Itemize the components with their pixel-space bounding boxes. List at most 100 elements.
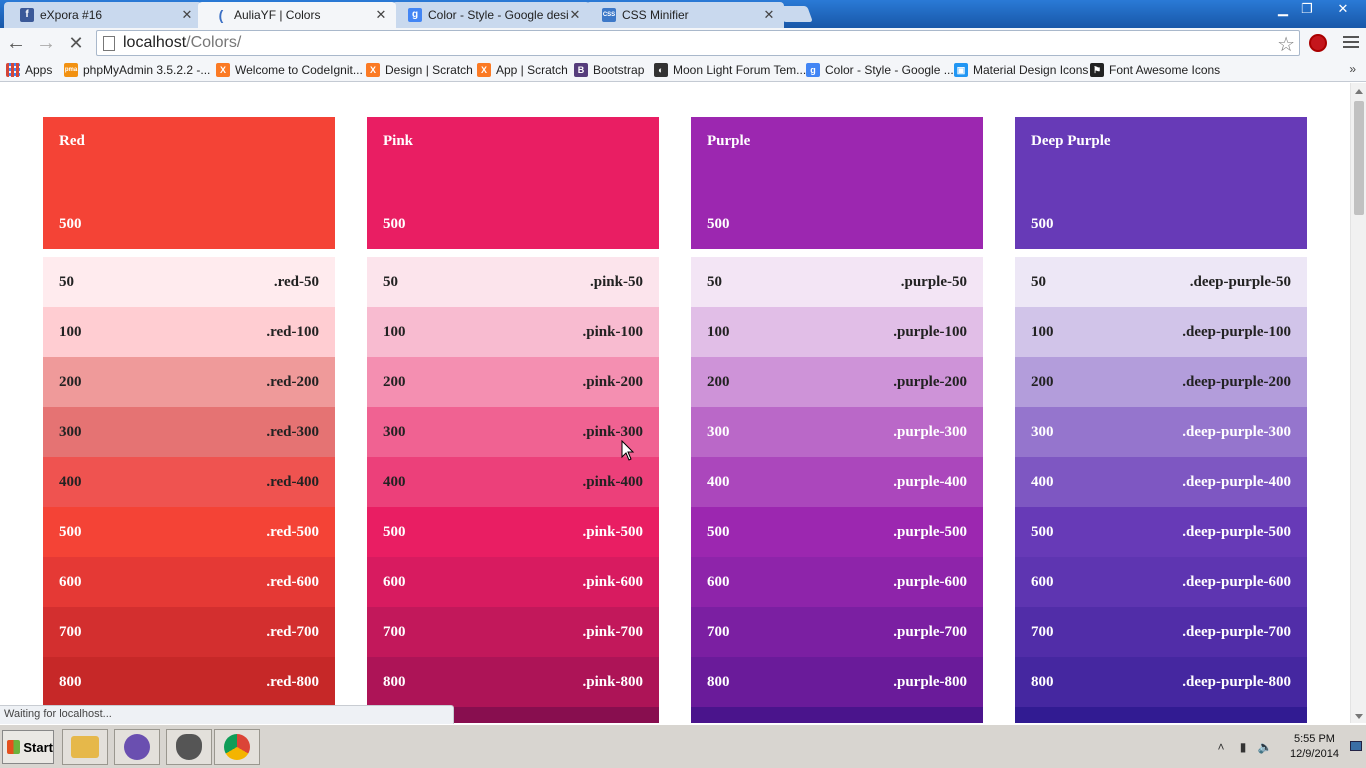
- forward-arrow-icon[interactable]: →: [34, 32, 58, 54]
- swatch-shade: 600: [383, 573, 406, 590]
- clock[interactable]: 5:55 PM 12/9/2014: [1290, 732, 1339, 762]
- taskbar-app-alien[interactable]: [166, 729, 212, 765]
- swatch-row[interactable]: 800 .deep-purple-800: [1015, 657, 1307, 707]
- tab-colors[interactable]: ( AuliaYF | Colors ✕: [198, 2, 396, 28]
- swatch-row[interactable]: 400 .red-400: [43, 457, 335, 507]
- adblock-extension-icon[interactable]: [1309, 34, 1327, 52]
- bookmark-item[interactable]: g Color - Style - Google ...: [806, 62, 954, 78]
- swatch-class-name: .pink-50: [590, 273, 643, 290]
- bookmark-item[interactable]: ◐ Moon Light Forum Tem...: [654, 62, 806, 78]
- close-tab-icon[interactable]: ✕: [374, 7, 388, 23]
- swatch-row[interactable]: 800 .pink-800: [367, 657, 659, 707]
- swatch-row[interactable]: 800 .red-800: [43, 657, 335, 707]
- swatch-row[interactable]: [691, 707, 983, 723]
- swatch-shade: 500: [1031, 523, 1054, 540]
- bookmark-item[interactable]: ▣ Material Design Icons: [954, 62, 1088, 78]
- swatch-row[interactable]: 100 .red-100: [43, 307, 335, 357]
- taskbar-app-chrome[interactable]: [214, 729, 260, 765]
- swatch-class-name: .deep-purple-800: [1182, 673, 1291, 690]
- swatch-row[interactable]: 600 .pink-600: [367, 557, 659, 607]
- swatch-class-name: .deep-purple-300: [1182, 423, 1291, 440]
- tab-google-design[interactable]: g Color - Style - Google design ✕: [392, 2, 590, 28]
- swatch-row[interactable]: 100 .deep-purple-100: [1015, 307, 1307, 357]
- minimize-icon[interactable]: ▁: [1270, 0, 1296, 18]
- swatch-row[interactable]: 600 .deep-purple-600: [1015, 557, 1307, 607]
- swatch-row[interactable]: 400 .purple-400: [691, 457, 983, 507]
- swatch-shade: 800: [1031, 673, 1054, 690]
- restore-icon[interactable]: ❐: [1294, 0, 1320, 18]
- swatch-row[interactable]: 800 .purple-800: [691, 657, 983, 707]
- volume-icon[interactable]: 🔈: [1257, 740, 1273, 754]
- back-arrow-icon[interactable]: ←: [4, 32, 28, 54]
- swatch-row[interactable]: 200 .red-200: [43, 357, 335, 407]
- swatch-row[interactable]: 700 .purple-700: [691, 607, 983, 657]
- swatch-row[interactable]: [1015, 707, 1307, 723]
- address-bar[interactable]: localhost/Colors/ ☆: [96, 30, 1300, 56]
- swatch-class-name: .purple-200: [893, 373, 967, 390]
- bookmark-item[interactable]: Apps: [6, 62, 52, 78]
- start-button[interactable]: Start: [2, 730, 54, 764]
- swatch-row[interactable]: 300 .red-300: [43, 407, 335, 457]
- new-tab-button[interactable]: [777, 6, 813, 22]
- swatch-row[interactable]: 300 .pink-300: [367, 407, 659, 457]
- xampp-icon: X: [216, 63, 230, 77]
- show-hidden-icons-icon[interactable]: ˄: [1213, 740, 1229, 754]
- swatch-class-name: .red-100: [266, 323, 319, 340]
- swatch-row[interactable]: 400 .deep-purple-400: [1015, 457, 1307, 507]
- swatch-row[interactable]: 50 .pink-50: [367, 257, 659, 307]
- swatch-row[interactable]: 600 .red-600: [43, 557, 335, 607]
- swatch-row[interactable]: 500 .purple-500: [691, 507, 983, 557]
- swatch-row[interactable]: 600 .purple-600: [691, 557, 983, 607]
- swatch-shade: 50: [383, 273, 398, 290]
- close-window-icon[interactable]: ✕: [1326, 0, 1360, 18]
- close-tab-icon[interactable]: ✕: [568, 7, 582, 23]
- scroll-up-icon[interactable]: [1355, 89, 1363, 94]
- swatch-row[interactable]: 200 .purple-200: [691, 357, 983, 407]
- palette-primary-shade: 500: [1031, 216, 1054, 232]
- scroll-down-icon[interactable]: [1355, 714, 1363, 719]
- tab-css-minifier[interactable]: CSS CSS Minifier ✕: [586, 2, 784, 28]
- swatch-class-name: .pink-200: [582, 373, 643, 390]
- facebook-icon: f: [20, 8, 34, 22]
- bookmark-item[interactable]: X Design | Scratch: [366, 62, 473, 78]
- swatch-row[interactable]: 100 .pink-100: [367, 307, 659, 357]
- close-tab-icon[interactable]: ✕: [762, 7, 776, 23]
- swatch-row[interactable]: 50 .red-50: [43, 257, 335, 307]
- stop-icon[interactable]: ✕: [64, 32, 88, 54]
- taskbar-app-explorer[interactable]: [62, 729, 108, 765]
- scroll-thumb[interactable]: [1354, 101, 1364, 215]
- swatch-class-name: .deep-purple-500: [1182, 523, 1291, 540]
- swatch-row[interactable]: 300 .deep-purple-300: [1015, 407, 1307, 457]
- network-signal-icon[interactable]: ▮: [1235, 740, 1251, 754]
- swatch-row[interactable]: 50 .purple-50: [691, 257, 983, 307]
- more-bookmarks-icon[interactable]: »: [1349, 62, 1356, 76]
- swatch-row[interactable]: 300 .purple-300: [691, 407, 983, 457]
- swatch-shade: 100: [1031, 323, 1054, 340]
- close-tab-icon[interactable]: ✕: [180, 7, 194, 23]
- chrome-menu-icon[interactable]: [1343, 34, 1359, 50]
- swatch-row[interactable]: 500 .deep-purple-500: [1015, 507, 1307, 557]
- swatch-row[interactable]: 700 .red-700: [43, 607, 335, 657]
- palette-pink: Pink 500 50 .pink-50 100 .pink-100 200 .pink-20…: [367, 117, 659, 723]
- swatch-row[interactable]: 200 .deep-purple-200: [1015, 357, 1307, 407]
- vertical-scrollbar[interactable]: [1350, 83, 1366, 723]
- tab-expora[interactable]: f eXpora #16 ✕: [4, 2, 202, 28]
- swatch-row[interactable]: 700 .pink-700: [367, 607, 659, 657]
- swatch-row[interactable]: 50 .deep-purple-50: [1015, 257, 1307, 307]
- swatch-shade: 800: [59, 673, 82, 690]
- bookmark-star-icon[interactable]: ☆: [1277, 32, 1295, 57]
- swatch-row[interactable]: 200 .pink-200: [367, 357, 659, 407]
- bookmark-item[interactable]: pma phpMyAdmin 3.5.2.2 -...: [64, 62, 210, 78]
- bookmark-item[interactable]: X Welcome to CodeIgnit...: [216, 62, 363, 78]
- taskbar-app-cat[interactable]: [114, 729, 160, 765]
- bookmark-item[interactable]: ⚑ Font Awesome Icons: [1090, 62, 1220, 78]
- swatch-row[interactable]: 500 .red-500: [43, 507, 335, 557]
- swatch-row[interactable]: 500 .pink-500: [367, 507, 659, 557]
- action-center-icon[interactable]: [1350, 741, 1362, 751]
- swatch-row[interactable]: 700 .deep-purple-700: [1015, 607, 1307, 657]
- swatch-row[interactable]: 400 .pink-400: [367, 457, 659, 507]
- swatch-row[interactable]: 100 .purple-100: [691, 307, 983, 357]
- bookmark-item[interactable]: B Bootstrap: [574, 62, 644, 78]
- swatch-shade: 100: [707, 323, 730, 340]
- bookmark-item[interactable]: X App | Scratch: [477, 62, 568, 78]
